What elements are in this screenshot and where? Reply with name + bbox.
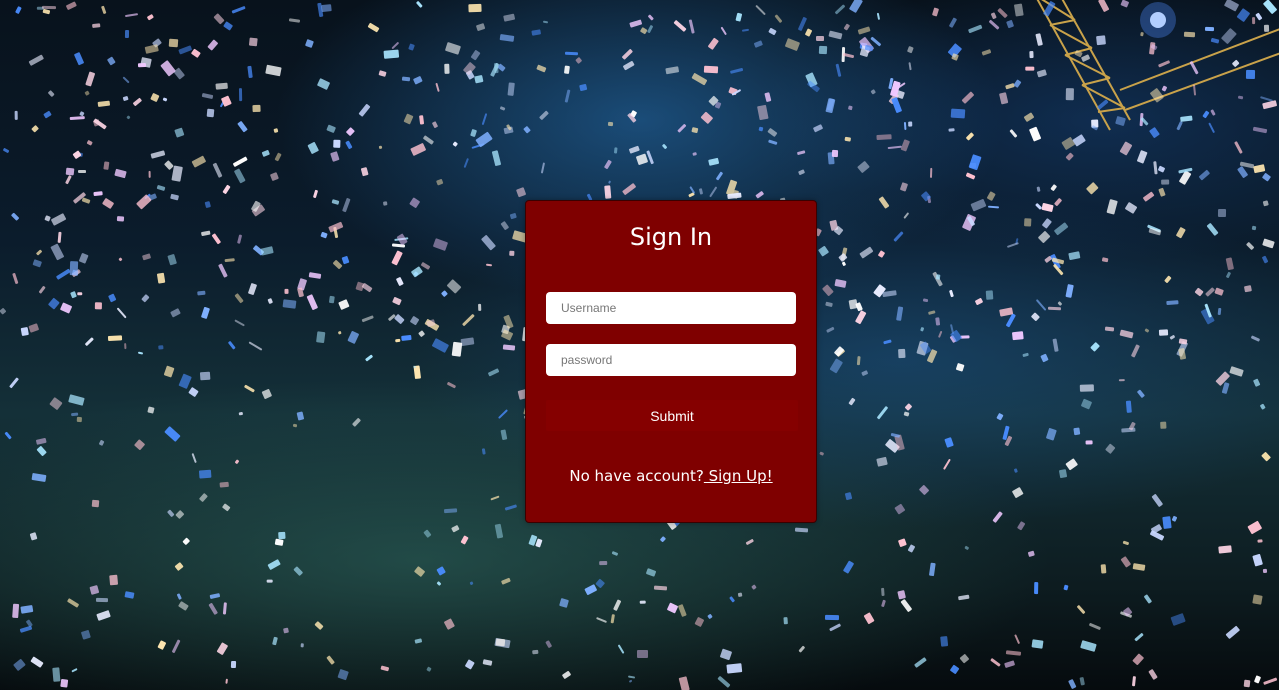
submit-button[interactable]: Submit <box>546 400 798 431</box>
sign-up-link[interactable]: Sign Up! <box>704 467 773 485</box>
page-title: Sign In <box>629 223 713 251</box>
username-input[interactable] <box>546 292 796 324</box>
sign-in-card: Sign In Submit No have account? Sign Up! <box>525 200 817 523</box>
password-input[interactable] <box>546 344 796 376</box>
signup-prompt: No have account? <box>569 467 704 485</box>
signup-row: No have account? Sign Up! <box>526 467 816 485</box>
